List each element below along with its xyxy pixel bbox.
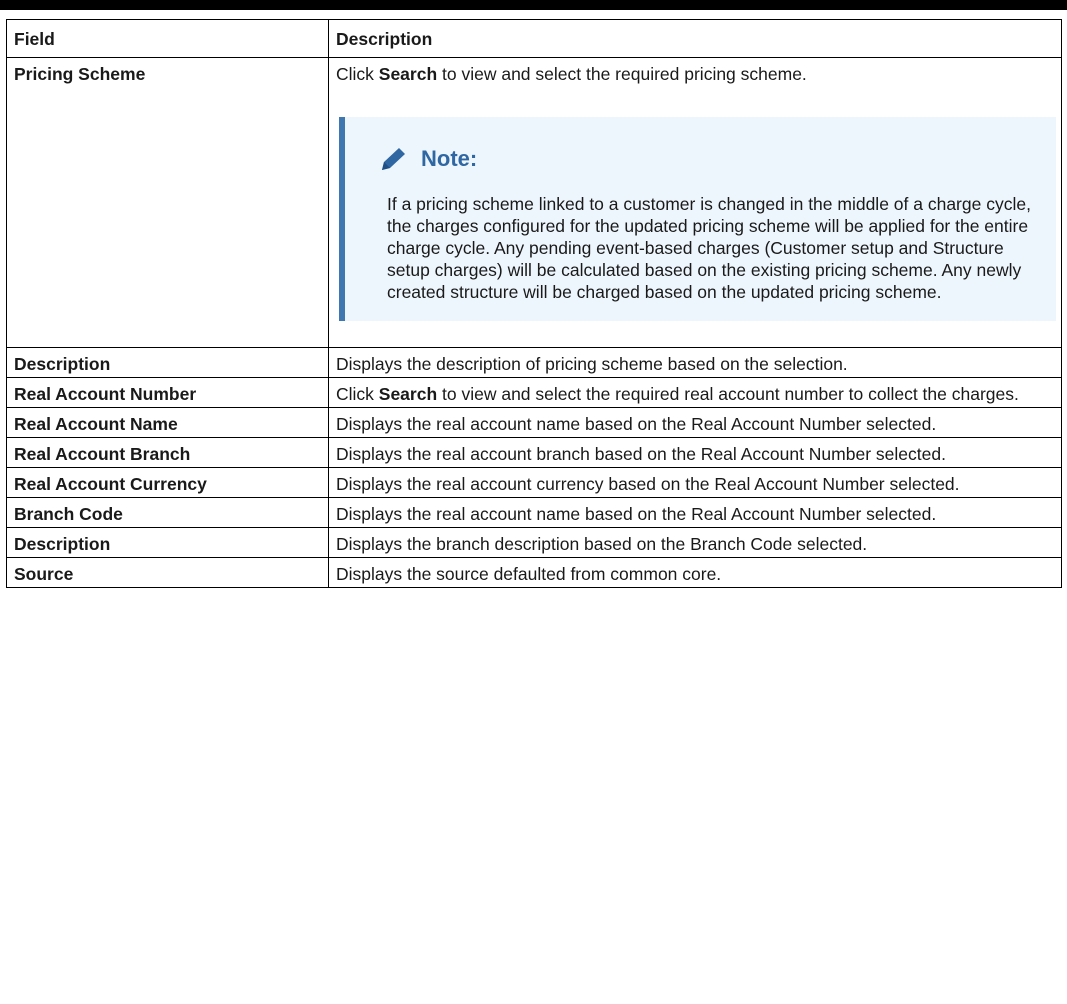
description-text: Click [336, 64, 379, 84]
field-description: Displays the source defaulted from commo… [328, 557, 1062, 588]
note-text: If a pricing scheme linked to a customer… [387, 194, 1031, 302]
table-row: Description Displays the description of … [6, 347, 1062, 378]
field-description: Displays the real account currency based… [328, 467, 1062, 498]
field-name: Real Account Name [6, 407, 329, 438]
table-row: Pricing Scheme Click Search to view and … [6, 57, 1062, 348]
field-description-table: Field Description Pricing Scheme Click S… [6, 19, 1062, 588]
table-row: Real Account Branch Displays the real ac… [6, 437, 1062, 468]
table-row: Description Displays the branch descript… [6, 527, 1062, 558]
field-name: Real Account Currency [6, 467, 329, 498]
description-text: Click [336, 384, 379, 404]
field-name: Source [6, 557, 329, 588]
field-description: Displays the real account name based on … [328, 497, 1062, 528]
description-column-header: Description [328, 19, 1062, 58]
top-rule [0, 0, 1067, 10]
table-header-row: Field Description [6, 19, 1062, 58]
table-row: Real Account Number Click Search to view… [6, 377, 1062, 408]
pencil-icon [382, 148, 405, 170]
field-description: Click Search to view and select the requ… [328, 377, 1062, 408]
field-column-header: Field [6, 19, 329, 58]
field-description: Displays the branch description based on… [328, 527, 1062, 558]
search-keyword: Search [378, 384, 438, 404]
field-name: Real Account Branch [6, 437, 329, 468]
field-description: Displays the real account name based on … [328, 407, 1062, 438]
table-row: Source Displays the source defaulted fro… [6, 557, 1062, 588]
table-row: Branch Code Displays the real account na… [6, 497, 1062, 528]
field-description: Click Search to view and select the requ… [328, 57, 1062, 348]
table-row: Real Account Name Displays the real acco… [6, 407, 1062, 438]
note-box: Note: If a pricing scheme linked to a cu… [339, 117, 1056, 321]
field-name: Pricing Scheme [6, 57, 329, 348]
field-name: Description [6, 527, 329, 558]
field-name: Real Account Number [6, 377, 329, 408]
note-heading: Note: [379, 145, 1036, 173]
field-name: Description [6, 347, 329, 378]
field-description: Displays the real account branch based o… [328, 437, 1062, 468]
note-title: Note: [421, 146, 478, 171]
field-name: Branch Code [6, 497, 329, 528]
description-text: to view and select the required real acc… [437, 384, 1019, 404]
field-description: Displays the description of pricing sche… [328, 347, 1062, 378]
search-keyword: Search [378, 64, 438, 84]
table-row: Real Account Currency Displays the real … [6, 467, 1062, 498]
description-text: to view and select the required pricing … [437, 64, 807, 84]
